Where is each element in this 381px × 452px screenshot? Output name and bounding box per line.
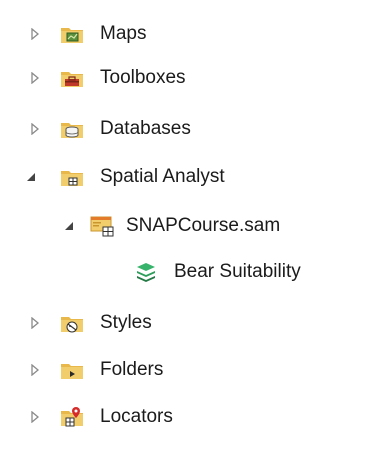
model-file-icon	[90, 214, 114, 238]
database-folder-icon	[60, 117, 84, 141]
tree-item-label: Databases	[100, 118, 191, 139]
tree-item-label: Styles	[100, 312, 152, 333]
expand-arrow-icon[interactable]	[28, 363, 42, 377]
tree-item-styles[interactable]: Styles	[0, 301, 381, 345]
expand-arrow-icon[interactable]	[28, 122, 42, 136]
tree-item-label: Folders	[100, 359, 164, 380]
collapse-arrow-icon[interactable]	[24, 170, 38, 184]
tree-item-folders[interactable]: Folders	[0, 348, 381, 392]
spatial-analyst-folder-icon	[60, 165, 84, 189]
expand-arrow-icon[interactable]	[28, 410, 42, 424]
locators-folder-icon	[60, 405, 84, 429]
expand-arrow-icon[interactable]	[28, 71, 42, 85]
collapse-arrow-icon[interactable]	[62, 219, 76, 233]
tree-item-label: Maps	[100, 23, 147, 44]
tree-item-label: Locators	[100, 406, 173, 427]
folders-folder-icon	[60, 358, 84, 382]
tree-item-toolboxes[interactable]: Toolboxes	[0, 56, 381, 100]
tree-item-label: Toolboxes	[100, 67, 186, 88]
tree-item-spatial-analyst[interactable]: Spatial Analyst	[0, 155, 381, 199]
layers-icon	[134, 260, 158, 284]
styles-folder-icon	[60, 311, 84, 335]
catalog-pane: Maps Toolboxes Databases Spatial Analyst…	[0, 0, 381, 452]
tree-item-snapcourse-sam[interactable]: SNAPCourse.sam	[0, 204, 381, 248]
expand-arrow-icon[interactable]	[28, 316, 42, 330]
expand-arrow-icon[interactable]	[28, 27, 42, 41]
tree-item-maps[interactable]: Maps	[0, 12, 381, 56]
tree-item-bear-suitability[interactable]: Bear Suitability	[0, 250, 381, 294]
tree-item-label: Spatial Analyst	[100, 166, 225, 187]
tree-item-label: Bear Suitability	[174, 261, 301, 282]
tree-item-databases[interactable]: Databases	[0, 107, 381, 151]
maps-folder-icon	[60, 22, 84, 46]
tree-item-label: SNAPCourse.sam	[126, 215, 281, 236]
toolbox-folder-icon	[60, 66, 84, 90]
tree-item-locators[interactable]: Locators	[0, 395, 381, 439]
